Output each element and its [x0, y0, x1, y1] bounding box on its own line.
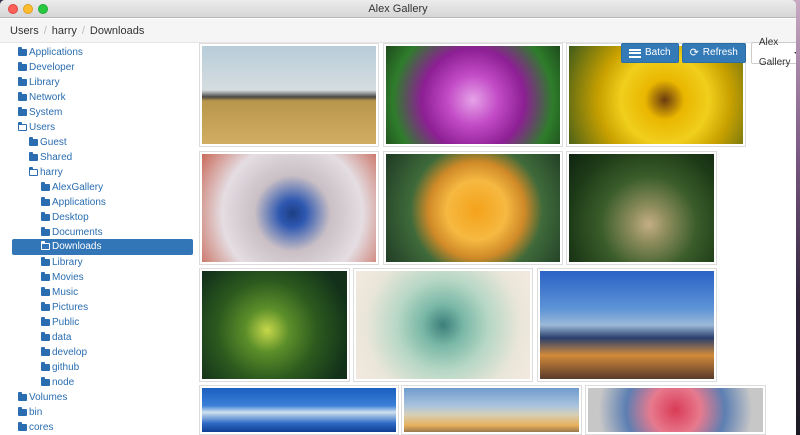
tree-item-selected[interactable]: Downloads: [12, 239, 193, 255]
folder-icon: [41, 317, 50, 326]
blue-berries-photo: [202, 154, 376, 262]
tree-item[interactable]: Developer: [18, 60, 75, 75]
title-bar: Alex Gallery: [0, 0, 796, 18]
tree-item[interactable]: data: [41, 330, 71, 345]
window-title: Alex Gallery: [368, 3, 428, 15]
list-icon: [629, 48, 641, 58]
city-skyline-photo: [540, 271, 714, 379]
folder-icon: [41, 257, 50, 266]
tree-item[interactable]: AlexGallery: [41, 180, 103, 195]
window-controls: [8, 4, 48, 14]
photo-thumbnail[interactable]: [401, 385, 582, 435]
tree-item[interactable]: Applications: [41, 195, 106, 210]
photo-thumbnail[interactable]: [537, 268, 717, 382]
photo-thumbnail[interactable]: [383, 43, 563, 147]
folder-icon: [41, 272, 50, 281]
photo-thumbnail[interactable]: [199, 385, 399, 435]
tree-item[interactable]: harry: [28, 165, 63, 180]
caret-down-icon: [794, 51, 796, 55]
refresh-icon: ⟳: [689, 46, 699, 59]
folder-icon: [41, 362, 50, 371]
tree-item[interactable]: Network: [18, 90, 66, 105]
breadcrumb-item-users[interactable]: Users: [10, 25, 39, 37]
folder-icon: [41, 332, 50, 341]
tree-item[interactable]: Shared: [29, 150, 72, 165]
breadcrumb-item-harry[interactable]: harry: [52, 25, 77, 37]
folder-open-icon: [28, 166, 38, 176]
folder-icon: [41, 287, 50, 296]
green-viper-photo: [202, 271, 347, 379]
tree-item[interactable]: cores: [18, 420, 53, 435]
breadcrumb-separator: /: [43, 25, 47, 37]
folder-tree-sidebar: Applications Developer Library Network S…: [0, 43, 197, 435]
orange-rose-photo: [386, 154, 560, 262]
photo-thumbnail[interactable]: [199, 151, 379, 265]
tree-item[interactable]: Public: [41, 315, 79, 330]
photo-thumbnail[interactable]: [199, 268, 350, 382]
tree-item[interactable]: Movies: [41, 270, 84, 285]
photo-thumbnail[interactable]: [383, 151, 563, 265]
folder-icon: [41, 197, 50, 206]
folder-icon: [18, 392, 27, 401]
magenta-flower-photo: [386, 46, 560, 144]
tree-item[interactable]: github: [41, 360, 79, 375]
succulent-photo: [356, 271, 530, 379]
tree-item[interactable]: Volumes: [18, 390, 67, 405]
folder-icon: [18, 77, 27, 86]
folder-icon: [41, 227, 50, 236]
refresh-button[interactable]: ⟳ Refresh: [681, 43, 746, 63]
cloudy-sky-photo: [202, 388, 396, 432]
folder-icon: [29, 137, 38, 146]
folder-icon: [18, 422, 27, 431]
tree-item[interactable]: Desktop: [41, 210, 89, 225]
tree-item[interactable]: Guest: [29, 135, 67, 150]
folder-icon: [41, 347, 50, 356]
photo-thumbnail[interactable]: [566, 151, 717, 265]
breadcrumb-item-downloads: Downloads: [89, 25, 145, 37]
photo-thumbnail[interactable]: [585, 385, 766, 435]
app-window: Alex Gallery Users / harry / Downloads Appli…: [0, 0, 796, 435]
jungle-snake-photo: [569, 154, 714, 262]
savanna-landscape-photo: [202, 46, 376, 144]
gallery-toolbar: Batch ⟳ Refresh Alex Gallery: [621, 37, 796, 68]
tree-item[interactable]: Library: [18, 75, 60, 90]
folder-open-icon: [40, 240, 50, 250]
tree-item[interactable]: Music: [41, 285, 78, 300]
tree-item[interactable]: Documents: [41, 225, 103, 240]
red-berries-photo: [588, 388, 763, 432]
sunset-clouds-photo: [404, 388, 579, 432]
minimize-window-button[interactable]: [23, 4, 33, 14]
photo-thumbnail[interactable]: [199, 43, 379, 147]
folder-icon: [29, 152, 38, 161]
folder-icon: [18, 47, 27, 56]
tree-item[interactable]: Users: [17, 120, 55, 135]
folder-icon: [41, 377, 50, 386]
tree-item[interactable]: bin: [18, 405, 42, 420]
tree-item[interactable]: System: [18, 105, 62, 120]
tree-item[interactable]: Library: [41, 255, 83, 270]
folder-open-icon: [17, 121, 27, 131]
tree-item[interactable]: develop: [41, 345, 87, 360]
folder-icon: [18, 107, 27, 116]
gallery-dropdown[interactable]: Alex Gallery: [750, 37, 796, 68]
tree-item[interactable]: node: [41, 375, 74, 390]
folder-icon: [18, 407, 27, 416]
zoom-window-button[interactable]: [38, 4, 48, 14]
breadcrumb-separator: /: [81, 25, 85, 37]
photo-thumbnail[interactable]: [353, 268, 533, 382]
folder-icon: [18, 62, 27, 71]
tree-item[interactable]: Applications: [18, 45, 83, 60]
breadcrumb: Users / harry / Downloads: [0, 19, 796, 43]
folder-icon: [18, 92, 27, 101]
folder-icon: [41, 212, 50, 221]
close-window-button[interactable]: [8, 4, 18, 14]
folder-icon: [41, 302, 50, 311]
folder-icon: [41, 182, 50, 191]
batch-button[interactable]: Batch: [621, 43, 679, 63]
tree-item[interactable]: Pictures: [41, 300, 88, 315]
